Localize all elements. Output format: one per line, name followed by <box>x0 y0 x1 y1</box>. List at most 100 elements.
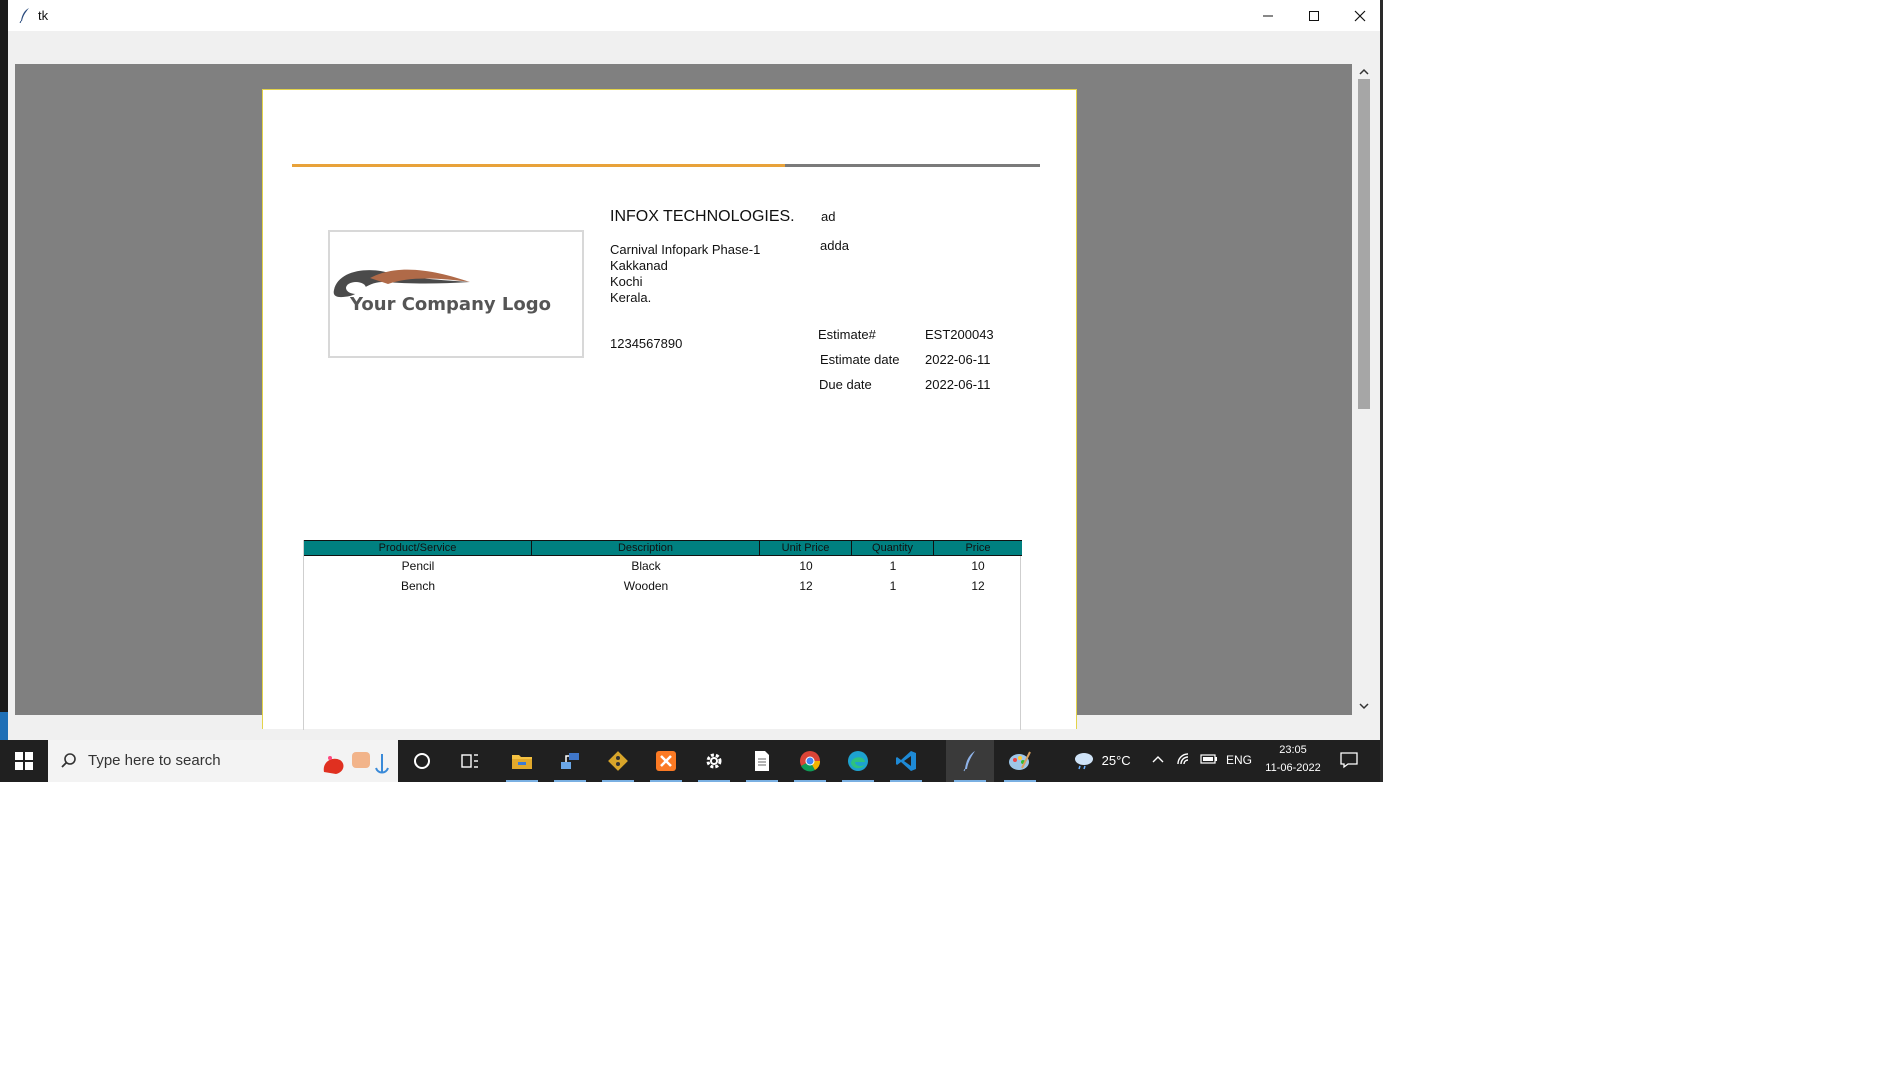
taskbar-app-file-explorer[interactable] <box>498 740 546 782</box>
weather-widget[interactable]: 25°C <box>1072 750 1131 770</box>
column-header-product: Product/Service <box>304 541 532 555</box>
settings-icon <box>706 753 722 769</box>
column-header-description: Description <box>532 541 760 555</box>
header-rule-orange <box>292 164 785 167</box>
items-table-header: Product/Service Description Unit Price Q… <box>304 540 1022 556</box>
estimate-date-label: Estimate date <box>820 352 900 367</box>
address-line-3: Kochi <box>610 274 643 289</box>
running-indicator <box>602 780 634 782</box>
edge-icon <box>848 751 868 771</box>
cell-price: 12 <box>971 579 985 593</box>
file-explorer-icon <box>512 755 532 769</box>
battery-icon <box>1200 754 1217 764</box>
input-language[interactable]: ENG <box>1226 753 1252 767</box>
paint-icon <box>1009 751 1031 770</box>
estimate-canvas[interactable]: Your Company Logo INFOX TECHNOLOGIES. Ca… <box>15 64 1352 730</box>
search-placeholder: Type here to search <box>88 752 221 769</box>
taskbar-search[interactable]: Type here to search <box>48 740 398 782</box>
due-date-label: Due date <box>819 377 872 392</box>
taskbar-app-python-tk[interactable] <box>946 740 994 782</box>
cell-unit-price: 10 <box>799 559 813 573</box>
taskbar-app-vscode[interactable] <box>882 740 930 782</box>
chevron-up-icon <box>1152 756 1164 763</box>
notifications-button[interactable] <box>1340 751 1358 772</box>
app-window: tk Your Company Logo INFOX TECHNOLOGIES.… <box>8 0 1383 740</box>
python-tk-icon <box>963 751 975 772</box>
running-indicator <box>794 780 826 782</box>
estimate-document: Your Company Logo INFOX TECHNOLOGIES. Ca… <box>262 89 1077 730</box>
task-view-button[interactable] <box>446 740 494 782</box>
running-indicator <box>1004 780 1036 782</box>
client-address: adda <box>820 238 849 253</box>
scroll-up-arrow[interactable] <box>1358 66 1370 78</box>
window-title: tk <box>38 8 49 23</box>
vertical-scrollbar[interactable] <box>1354 64 1373 715</box>
table-row: Bench Wooden 12 1 12 <box>304 576 1022 596</box>
chevron-down-icon <box>1359 703 1369 710</box>
estimate-date-value: 2022-06-11 <box>925 352 991 367</box>
desktop-edge <box>0 0 8 740</box>
cell-product: Pencil <box>401 559 435 573</box>
running-indicator <box>954 780 986 782</box>
column-header-quantity: Quantity <box>852 541 934 555</box>
scroll-down-arrow[interactable] <box>1358 700 1370 712</box>
column-header-unit-price: Unit Price <box>760 541 852 555</box>
running-indicator <box>506 780 538 782</box>
taskbar-app-chrome[interactable] <box>786 740 834 782</box>
taskbar-app-edge[interactable] <box>834 740 882 782</box>
client-name: ad <box>821 209 836 224</box>
tray-overflow-button[interactable] <box>1152 752 1164 767</box>
running-indicator <box>842 780 874 782</box>
cell-product: Bench <box>400 579 436 593</box>
table-row: Pencil Black 10 1 10 <box>304 556 1022 576</box>
estimate-number-label: Estimate# <box>818 327 876 342</box>
maximize-icon <box>1309 10 1319 21</box>
taskbar: Type here to search 25°C ENG 23:05 11-06… <box>0 740 1383 782</box>
weather-temperature: 25°C <box>1101 752 1131 768</box>
taskbar-app-paint[interactable] <box>996 740 1044 782</box>
logo-mark-icon: Your Company Logo <box>333 269 551 315</box>
cell-quantity: 1 <box>889 579 897 593</box>
window-edge <box>1380 0 1383 782</box>
cell-description: Wooden <box>623 579 669 593</box>
chevron-up-icon <box>1359 68 1369 75</box>
column-header-price: Price <box>965 542 991 554</box>
chrome-icon <box>800 751 821 772</box>
cortana-button[interactable] <box>398 740 446 782</box>
scrollbar-thumb[interactable] <box>1358 79 1370 409</box>
battery-button[interactable] <box>1200 753 1218 768</box>
taskbar-app-network[interactable] <box>546 740 594 782</box>
desktop-edge-accent <box>0 712 8 740</box>
running-indicator <box>650 780 682 782</box>
close-button[interactable] <box>1337 0 1383 31</box>
items-table: Product/Service Description Unit Price Q… <box>303 540 1022 730</box>
title-bar[interactable]: tk <box>8 0 1383 31</box>
network-app-icon <box>561 753 579 769</box>
search-highlight-icon <box>323 752 389 774</box>
document-icon <box>755 751 769 771</box>
minimize-button[interactable] <box>1245 0 1291 31</box>
xampp-icon <box>656 751 676 771</box>
taskbar-app-settings[interactable] <box>690 740 738 782</box>
company-phone: 1234567890 <box>610 336 683 351</box>
clock-date[interactable]: 11-06-2022 <box>1258 762 1328 774</box>
git-icon <box>608 751 628 771</box>
wifi-icon <box>1177 753 1189 765</box>
svg-text:Your Company Logo: Your Company Logo <box>349 294 551 315</box>
running-indicator <box>698 780 730 782</box>
clock-time[interactable]: 23:05 <box>1258 744 1328 756</box>
search-icon <box>61 753 76 768</box>
feather-icon <box>19 8 29 23</box>
address-line-2: Kakkanad <box>610 258 668 273</box>
taskbar-app-git[interactable] <box>594 740 642 782</box>
vscode-icon <box>896 751 916 771</box>
running-indicator <box>890 780 922 782</box>
cell-unit-price: 12 <box>799 579 813 593</box>
task-view-icon <box>461 754 478 768</box>
maximize-button[interactable] <box>1291 0 1337 31</box>
taskbar-app-document[interactable] <box>738 740 786 782</box>
start-button[interactable] <box>0 740 48 782</box>
wifi-button[interactable] <box>1176 752 1192 769</box>
taskbar-app-xampp[interactable] <box>642 740 690 782</box>
address-line-4: Kerala. <box>610 290 652 305</box>
